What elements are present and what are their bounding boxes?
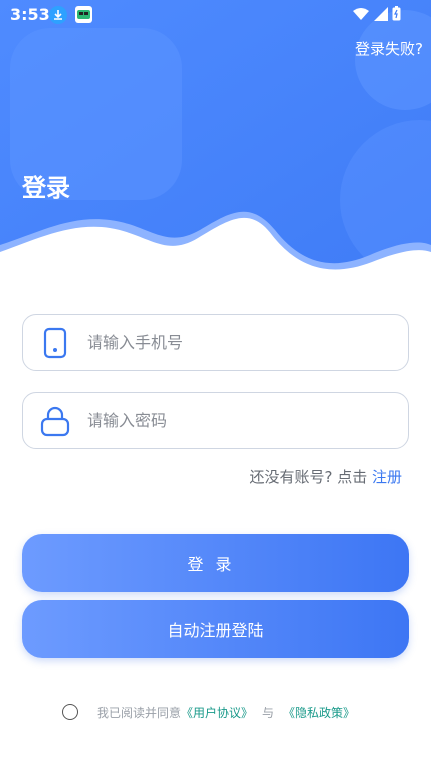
login-failed-link[interactable]: 登录失败?	[355, 38, 423, 59]
agreement-row: 我已阅读并同意 《用户协议》 与 《隐私政策》	[62, 704, 355, 720]
app-notification-icon	[75, 6, 92, 23]
status-time: 3:53	[10, 5, 50, 24]
register-link[interactable]: 注册	[372, 468, 402, 486]
status-right-icons	[352, 6, 401, 21]
register-prompt: 还没有账号? 点击 注册	[249, 466, 402, 487]
agreement-prefix: 我已阅读并同意	[97, 705, 182, 720]
password-input[interactable]	[87, 393, 387, 448]
signal-icon	[374, 6, 388, 21]
login-button[interactable]: 登录	[22, 534, 409, 592]
user-agreement-link[interactable]: 《用户协议》	[181, 704, 253, 721]
battery-icon	[392, 6, 401, 21]
auto-register-login-button[interactable]: 自动注册登陆	[22, 600, 409, 658]
phone-icon	[43, 327, 67, 359]
phone-field[interactable]	[22, 314, 409, 371]
page-title: 登录	[22, 174, 70, 202]
agreement-and: 与	[262, 705, 275, 720]
privacy-policy-link[interactable]: 《隐私政策》	[283, 704, 355, 721]
agreement-checkbox[interactable]	[62, 704, 78, 720]
password-field[interactable]	[22, 392, 409, 449]
status-bar: 3:53	[0, 0, 431, 30]
phone-input[interactable]	[87, 315, 387, 370]
register-prompt-text: 还没有账号? 点击	[249, 468, 372, 486]
download-icon	[49, 6, 67, 24]
wifi-icon	[353, 7, 369, 20]
lock-icon	[40, 406, 70, 437]
